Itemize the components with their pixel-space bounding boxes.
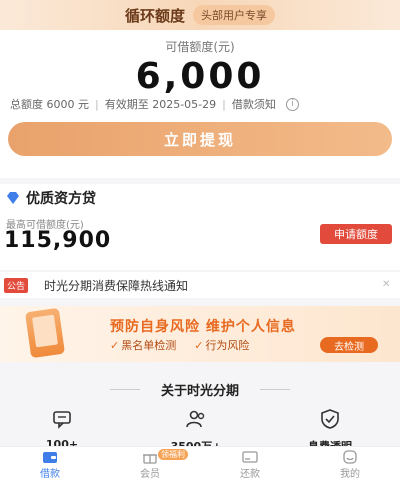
shield-check-icon [321, 409, 339, 429]
total-quota: 总额度 6000 元 [10, 98, 89, 111]
promo-item: ✓ 黑名单检测 [110, 339, 177, 352]
tab-badge: 领福利 [158, 449, 188, 460]
card-icon [242, 451, 258, 463]
profile-icon [343, 450, 357, 464]
announcement-bar[interactable]: 公告 时光分期消费保障热线通知 ✕ [0, 272, 400, 298]
quota-meta-row: 总额度 6000 元 | 有效期至 2025-05-29 | 借款须知 i [10, 96, 390, 112]
feature-item: 100+ [12, 408, 112, 451]
wallet-icon [43, 452, 57, 463]
tab-borrow[interactable]: 借款 [0, 447, 100, 483]
validity-date: 有效期至 2025-05-29 [104, 98, 217, 111]
promo-items: ✓ 黑名单检测 ✓ 行为风险 [110, 337, 249, 353]
diamond-icon [7, 192, 19, 204]
check-icon: ✓ [110, 339, 120, 352]
loan-title: 优质资方贷 [26, 191, 96, 207]
loan-title-row: 优质资方贷 [6, 188, 96, 208]
users-icon [186, 410, 205, 428]
promo-item: ✓ 行为风险 [194, 339, 250, 352]
tab-label: 我的 [340, 469, 360, 480]
about-title: 关于时光分期 [160, 384, 239, 399]
gift-icon [143, 454, 157, 464]
banner-tag: 头部用户专享 [193, 5, 275, 25]
top-banner: 循环额度 头部用户专享 [0, 0, 400, 30]
divider [260, 389, 290, 390]
tab-repay[interactable]: 还款 [200, 447, 300, 483]
divider: | [95, 97, 99, 111]
quota-value: 6,000 [135, 56, 265, 97]
tab-mine[interactable]: 我的 [300, 447, 400, 483]
chat-icon [53, 411, 71, 429]
tab-label: 还款 [240, 469, 260, 480]
announcement-tag: 公告 [4, 277, 29, 293]
tab-label: 会员 [140, 469, 160, 480]
apply-quota-button[interactable]: 申请额度 [320, 224, 392, 244]
check-icon: ✓ [194, 339, 204, 352]
info-icon[interactable]: i [285, 97, 299, 111]
loan-amount: 115,900 [4, 228, 112, 253]
banner-title: 循环额度 [124, 6, 185, 25]
bottom-tab-bar: 借款 领福利 会员 还款 我的 [0, 446, 400, 483]
close-icon[interactable]: ✕ [382, 280, 392, 290]
divider: | [222, 97, 226, 111]
phone-screen-icon [32, 314, 58, 348]
promo-title: 预防自身风险 维护个人信息 [110, 319, 296, 335]
quota-label: 可借额度(元) [165, 40, 235, 54]
tab-member[interactable]: 领福利 会员 [100, 447, 200, 483]
announcement-text[interactable]: 时光分期消费保障热线通知 [44, 277, 382, 294]
loan-notice-link[interactable]: 借款须知 [232, 96, 276, 112]
tab-label: 借款 [40, 469, 60, 480]
go-check-button[interactable]: 去检测 [320, 337, 378, 353]
withdraw-button[interactable]: 立即提现 [8, 122, 392, 156]
